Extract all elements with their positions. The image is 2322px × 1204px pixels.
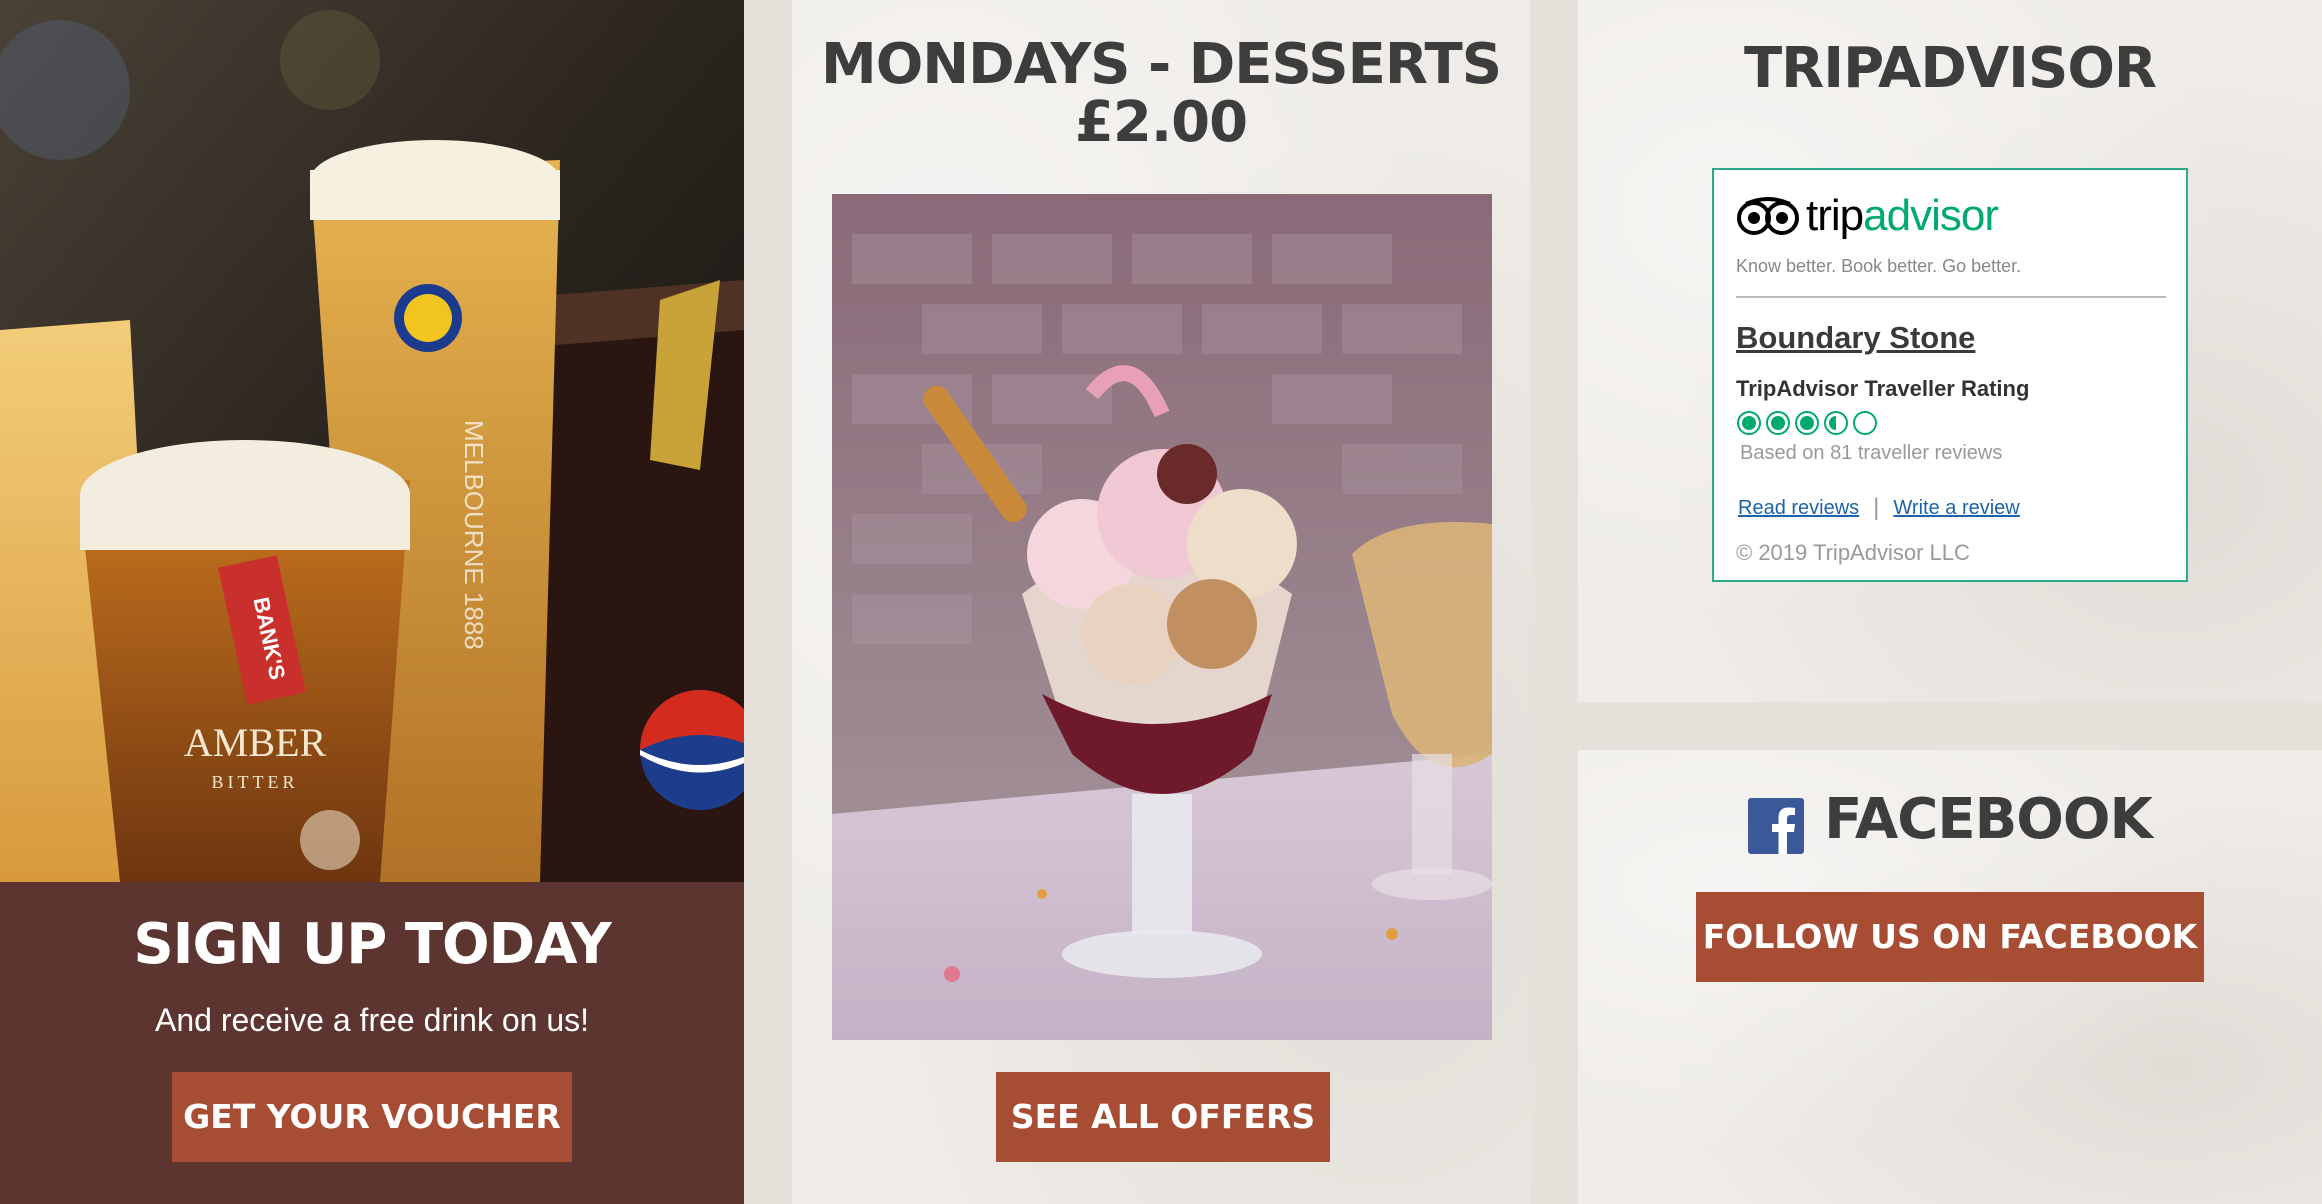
review-links: Read reviews | Write a review <box>1738 494 2020 522</box>
tripadvisor-widget: tripadvisor Know better. Book better. Go… <box>1712 168 2188 582</box>
get-voucher-button[interactable]: GET YOUR VOUCHER <box>172 1072 572 1162</box>
review-count: Based on 81 traveller reviews <box>1740 442 2003 464</box>
rating-bubble-icon <box>1853 411 1877 435</box>
read-reviews-link[interactable]: Read reviews <box>1738 497 1859 520</box>
tripadvisor-tagline: Know better. Book better. Go better. <box>1736 256 2022 276</box>
tripadvisor-owl-icon <box>1737 197 1799 235</box>
divider <box>1736 296 2166 298</box>
follow-facebook-button[interactable]: FOLLOW US ON FACEBOOK <box>1696 892 2204 982</box>
place-name-link[interactable]: Boundary Stone <box>1736 320 1975 356</box>
glass-text: MELBOURNE 1888 <box>459 420 489 650</box>
facebook-panel: FACEBOOK FOLLOW US ON FACEBOOK <box>1578 750 2322 1204</box>
signup-panel: MELBOURNE 1888 BANK'S AMBER BITTER SIGN … <box>0 0 744 1204</box>
signup-box: SIGN UP TODAY And receive a free drink o… <box>0 882 744 1204</box>
rating-bubble-icon <box>1766 411 1790 435</box>
facebook-heading: FACEBOOK <box>1824 786 2153 852</box>
tripadvisor-wordmark: tripadvisor <box>1806 191 1999 241</box>
offers-title-line2: £2.00 <box>1074 90 1248 155</box>
rating-bubble-icon <box>1737 411 1761 435</box>
rating-label: TripAdvisor Traveller Rating <box>1736 376 2030 401</box>
tripadvisor-heading: TRIPADVISOR <box>1743 36 2157 101</box>
facebook-heading-row: FACEBOOK <box>1578 784 2322 854</box>
tripadvisor-logo[interactable]: tripadvisor <box>1736 191 1999 241</box>
see-all-offers-button[interactable]: SEE ALL OFFERS <box>996 1072 1330 1162</box>
tripadvisor-panel: TRIPADVISOR tripadvisor Know better. Boo… <box>1578 0 2322 702</box>
write-review-link[interactable]: Write a review <box>1893 497 2019 520</box>
facebook-icon <box>1748 798 1805 854</box>
tripadvisor-copyright: © 2019 TripAdvisor LLC <box>1736 540 1970 565</box>
wordmark-advisor: advisor <box>1863 191 1999 240</box>
wordmark-trip: trip <box>1806 191 1864 240</box>
drinks-photo: MELBOURNE 1888 BANK'S AMBER BITTER <box>0 0 744 882</box>
rating-bubbles <box>1736 410 1878 436</box>
offers-title-line1: MONDAYS - DESSERTS <box>820 32 1502 97</box>
beer-name-text: AMBER <box>184 720 327 765</box>
signup-subtitle: And receive a free drink on us! <box>154 1002 589 1038</box>
dessert-photo <box>832 194 1492 1040</box>
rating-bubble-icon <box>1795 411 1819 435</box>
signup-title: SIGN UP TODAY <box>133 912 611 977</box>
offers-panel: MONDAYS - DESSERTS £2.00 SEE ALL OFFERS <box>792 0 1530 1204</box>
rating-bubble-icon <box>1824 411 1848 435</box>
link-separator: | <box>1873 494 1880 521</box>
offers-title: MONDAYS - DESSERTS £2.00 <box>792 36 1530 152</box>
beer-sub-text: BITTER <box>212 772 299 792</box>
